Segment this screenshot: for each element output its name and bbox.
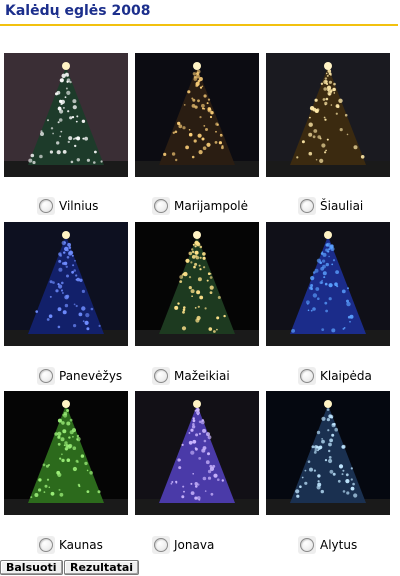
christmas-tree-icon xyxy=(135,222,259,346)
vote-option-8[interactable]: Jonava xyxy=(152,536,214,554)
radio-button[interactable] xyxy=(37,367,55,385)
tree-photo-4 xyxy=(4,222,128,346)
vote-option-9[interactable]: Alytus xyxy=(298,536,357,554)
radio-circle-icon[interactable] xyxy=(39,199,53,213)
results-button[interactable]: Rezultatai xyxy=(64,560,140,575)
city-label: Mažeikiai xyxy=(174,369,230,383)
radio-button[interactable] xyxy=(152,367,170,385)
christmas-tree-icon xyxy=(266,391,390,515)
vote-button[interactable]: Balsuoti xyxy=(0,560,63,575)
city-label: Vilnius xyxy=(59,199,99,213)
radio-circle-icon[interactable] xyxy=(300,538,314,552)
vote-option-5[interactable]: Mažeikiai xyxy=(152,367,230,385)
radio-circle-icon[interactable] xyxy=(39,369,53,383)
radio-circle-icon[interactable] xyxy=(300,199,314,213)
vote-option-6[interactable]: Klaipėda xyxy=(298,367,372,385)
city-label: Jonava xyxy=(174,538,215,552)
radio-button[interactable] xyxy=(152,197,170,215)
tree-photo-7 xyxy=(4,391,128,515)
tree-photo-1 xyxy=(4,53,128,177)
tree-photo-2 xyxy=(135,53,259,177)
vote-option-7[interactable]: Kaunas xyxy=(37,536,103,554)
city-label: Marijampolė xyxy=(174,199,249,213)
vote-option-1[interactable]: Vilnius xyxy=(37,197,98,215)
radio-button[interactable] xyxy=(37,536,55,554)
radio-circle-icon[interactable] xyxy=(154,538,168,552)
vote-option-4[interactable]: Panevėžys xyxy=(37,367,122,385)
radio-circle-icon[interactable] xyxy=(154,199,168,213)
vote-option-2[interactable]: Marijampolė xyxy=(152,197,248,215)
tree-photo-3 xyxy=(266,53,390,177)
tree-photo-5 xyxy=(135,222,259,346)
radio-button[interactable] xyxy=(298,197,316,215)
tree-photo-8 xyxy=(135,391,259,515)
christmas-tree-icon xyxy=(4,222,128,346)
city-label: Alytus xyxy=(320,538,358,552)
christmas-tree-icon xyxy=(266,222,390,346)
christmas-tree-icon xyxy=(4,53,128,177)
vote-option-3[interactable]: Šiauliai xyxy=(298,197,363,215)
city-label: Šiauliai xyxy=(320,199,364,213)
christmas-tree-icon xyxy=(266,53,390,177)
radio-button[interactable] xyxy=(152,536,170,554)
christmas-tree-icon xyxy=(4,391,128,515)
radio-button[interactable] xyxy=(298,536,316,554)
city-label: Klaipėda xyxy=(320,369,372,383)
city-label: Panevėžys xyxy=(59,369,123,383)
christmas-tree-icon xyxy=(135,391,259,515)
tree-photo-6 xyxy=(266,222,390,346)
radio-button[interactable] xyxy=(37,197,55,215)
radio-circle-icon[interactable] xyxy=(300,369,314,383)
radio-circle-icon[interactable] xyxy=(154,369,168,383)
radio-button[interactable] xyxy=(298,367,316,385)
radio-circle-icon[interactable] xyxy=(39,538,53,552)
tree-gallery: Vilnius Marijampolė Šiauliai Panevėžys Mažei… xyxy=(0,0,400,576)
city-label: Kaunas xyxy=(59,538,103,552)
tree-photo-9 xyxy=(266,391,390,515)
christmas-tree-icon xyxy=(135,53,259,177)
